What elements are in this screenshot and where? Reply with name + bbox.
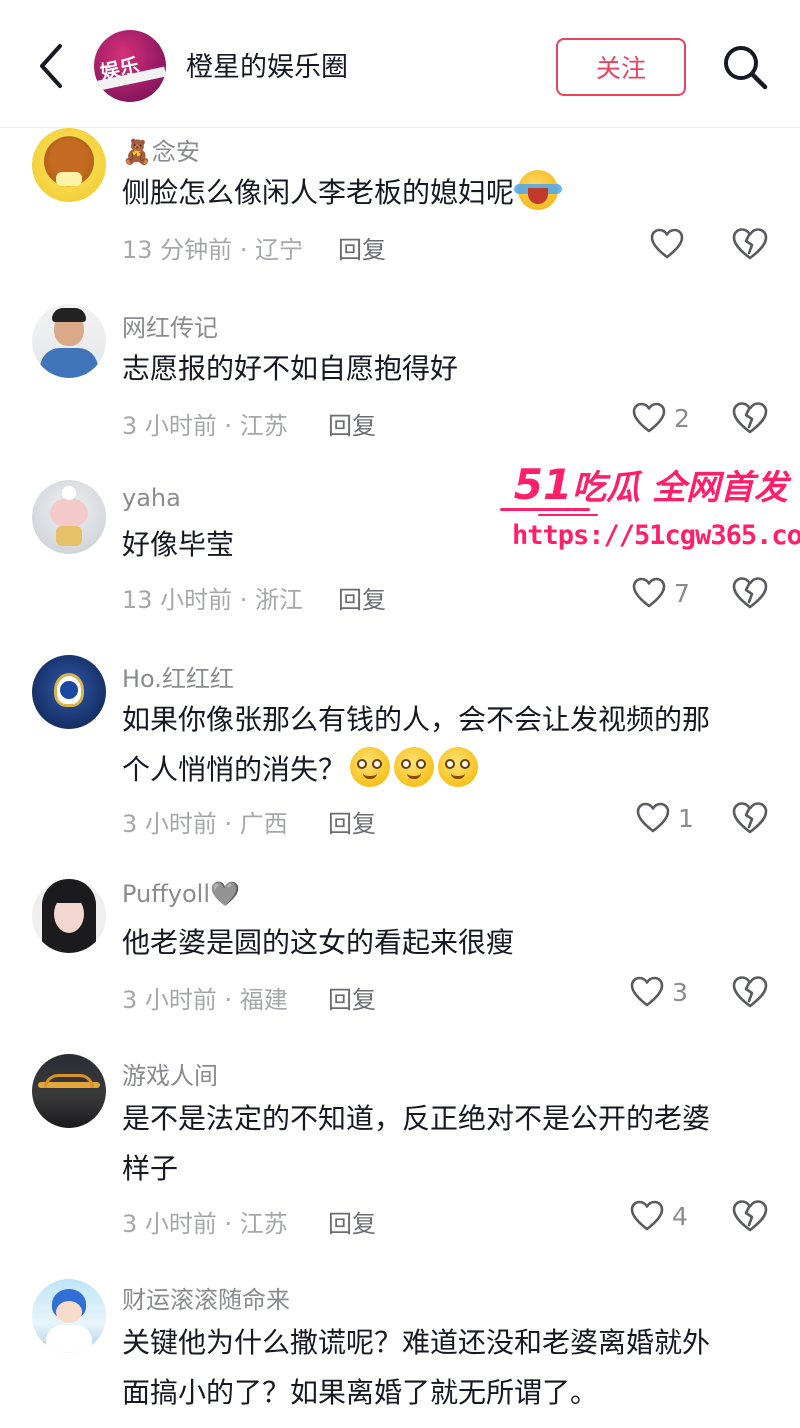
- comment-text: 是不是法定的不知道，反正绝对不是公开的老婆 样子: [122, 1102, 711, 1185]
- comment-text: 他老婆是圆的这女的看起来很瘦: [122, 926, 515, 959]
- heart-icon: [630, 976, 664, 1007]
- channel-avatar[interactable]: 娱乐: [94, 30, 166, 102]
- avatar[interactable]: [32, 1054, 106, 1128]
- reply-button[interactable]: 回复: [338, 580, 386, 615]
- comment-time-location: 13 小时前 · 浙江: [122, 586, 304, 614]
- like-count: 4: [672, 1201, 688, 1231]
- comment-username[interactable]: yaha: [122, 484, 181, 512]
- dislike-button[interactable]: [732, 575, 768, 611]
- broken-heart-icon: [732, 577, 768, 609]
- like-button[interactable]: 1: [636, 798, 694, 838]
- heart-icon: [632, 577, 666, 608]
- search-icon: [724, 46, 768, 90]
- dislike-button[interactable]: [732, 974, 768, 1010]
- follow-button[interactable]: 关注: [556, 38, 686, 96]
- broken-heart-icon: [732, 1200, 768, 1232]
- avatar[interactable]: [32, 1279, 106, 1353]
- avatar[interactable]: [32, 879, 106, 953]
- broken-heart-icon: [732, 228, 768, 260]
- reply-button[interactable]: 回复: [328, 980, 376, 1015]
- heart-icon: [636, 802, 670, 833]
- comment-time-location: 3 小时前 · 广西: [122, 810, 288, 838]
- comment-text: 侧脸怎么像闲人李老板的媳妇呢: [122, 168, 772, 218]
- watermark-underline: [538, 514, 598, 516]
- smiling-emoji-icon: [350, 747, 391, 787]
- watermark-url: https://51cgw365.com: [512, 520, 800, 551]
- smiling-emoji-icon: [438, 747, 479, 787]
- comment-username[interactable]: 网红传记: [122, 308, 218, 343]
- broken-heart-icon: [732, 976, 768, 1008]
- dislike-button[interactable]: [732, 400, 768, 436]
- like-button[interactable]: 3: [630, 972, 688, 1012]
- reply-button[interactable]: 回复: [328, 804, 376, 839]
- avatar[interactable]: [32, 128, 106, 202]
- comment-time-location: 3 小时前 · 福建: [122, 986, 288, 1014]
- like-button[interactable]: 4: [630, 1196, 688, 1236]
- comment-username[interactable]: 财运滚滚随命来: [122, 1280, 290, 1315]
- avatar[interactable]: [32, 304, 106, 378]
- avatar[interactable]: [32, 655, 106, 729]
- like-count: 3: [672, 977, 688, 1007]
- dislike-button[interactable]: [732, 1198, 768, 1234]
- comment-text: 关键他为什么撒谎呢？难道还没和老婆离婚就外 面搞小的了？如果离婚了就无所谓了。: [122, 1326, 711, 1409]
- comment-time-location: 3 小时前 · 江苏: [122, 1210, 288, 1238]
- top-bar: 娱乐 橙星的娱乐圈 关注: [0, 0, 800, 128]
- comment-text: 志愿报的好不如自愿抱得好: [122, 352, 459, 385]
- bear-badge-icon: 🧸: [122, 138, 152, 166]
- watermark: 51吃瓜 全网首发 https://51cgw365.com: [498, 460, 800, 560]
- heart-icon: [650, 228, 684, 259]
- comment-username[interactable]: 游戏人间: [122, 1056, 218, 1091]
- like-button[interactable]: 7: [632, 573, 690, 613]
- dislike-button[interactable]: [732, 226, 768, 262]
- like-button[interactable]: [650, 224, 684, 264]
- heart-icon: [630, 1200, 664, 1231]
- broken-heart-icon: [732, 802, 768, 834]
- comment-time-location: 3 小时前 · 江苏: [122, 412, 288, 440]
- heart-icon: [632, 402, 666, 433]
- avatar[interactable]: [32, 480, 106, 554]
- comment-username[interactable]: Ho.红红红: [122, 659, 234, 694]
- channel-name[interactable]: 橙星的娱乐圈: [186, 45, 348, 84]
- back-button[interactable]: [30, 38, 74, 94]
- crying-laughing-emoji-icon: [514, 170, 563, 210]
- watermark-underline: [500, 508, 590, 511]
- reply-button[interactable]: 回复: [328, 1204, 376, 1239]
- like-count: 2: [674, 403, 690, 433]
- comment-username[interactable]: Puffyoll🩶: [122, 880, 240, 908]
- like-button[interactable]: 2: [632, 398, 690, 438]
- dislike-button[interactable]: [732, 800, 768, 836]
- like-count: 7: [674, 578, 690, 608]
- broken-heart-icon: [732, 402, 768, 434]
- smiling-emoji-icon: [394, 747, 435, 787]
- comment-time-location: 13 分钟前 · 辽宁: [122, 236, 304, 264]
- reply-button[interactable]: 回复: [338, 230, 386, 265]
- comment-text: 如果你像张那么有钱的人，会不会让发视频的那 个人悄悄的消失？: [122, 703, 711, 787]
- watermark-brand: 51吃瓜 全网首发: [513, 460, 788, 509]
- comment-username[interactable]: 🧸念安: [122, 132, 200, 167]
- reply-button[interactable]: 回复: [328, 406, 376, 441]
- search-button[interactable]: [720, 42, 770, 92]
- like-count: 1: [678, 803, 694, 833]
- back-chevron-icon: [40, 44, 62, 88]
